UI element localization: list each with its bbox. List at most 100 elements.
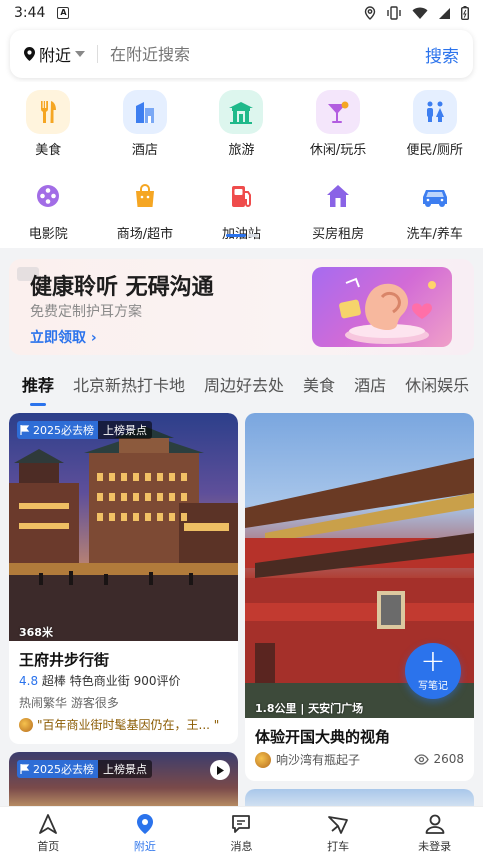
quote-text: "百年商业街时髦基因仍在，王... " [37,718,220,732]
flag-icon [20,764,30,774]
tab-beijing-hot[interactable]: 北京新热打卡地 [73,372,185,396]
avatar [255,751,271,768]
location-status-icon [364,6,376,20]
ad-subtitle: 免费定制护耳方案 [30,304,142,320]
author-name: 响沙湾有瓶起子 [276,753,361,767]
location-selector[interactable]: 附近 [24,42,86,66]
category-panel: 美食 酒店 旅游 休闲/玩乐 便民/厕所 电影院 商场/超市 买房租房 洗车/养… [0,82,483,248]
travel-icon [219,90,264,134]
user-icon [425,814,445,834]
card-title: 体验开国大典的视角 [255,728,391,746]
category-label: 电影院 [28,227,68,242]
category-label: 商场/超市 [116,227,174,242]
category-services[interactable]: 便民/厕所 [386,90,483,158]
nav-label: 未登录 [418,840,452,853]
cocktail-icon [316,90,361,134]
card-quote: "百年商业街时髦基因仍在，王... " [19,716,219,733]
rank-type-label: 上榜景点 [98,421,152,439]
rank-badge: 2025必去榜 上榜景点 [17,760,152,778]
category-label: 买房租房 [312,227,365,242]
nav-home[interactable]: 首页 [0,807,97,860]
category-label: 便民/厕所 [406,143,463,158]
write-note-button[interactable]: + 写笔记 [405,643,461,699]
hotel-icon [122,90,167,134]
restroom-icon [412,90,457,134]
card-tags: 热闹繁华 游客很多 [19,696,119,710]
play-icon [217,765,224,775]
status-time: 3:44 [14,5,46,21]
rank-badge-label: 2025必去榜 [33,763,94,776]
category-page-indicator [226,234,258,237]
ad-cta-link[interactable]: 立即领取 › [30,327,97,347]
rank-badge: 2025必去榜 上榜景点 [17,421,152,439]
nearby-icon [136,814,153,834]
home-icon [39,814,58,834]
chevron-right-icon: › [90,330,97,346]
notification-badge-icon: A [57,7,70,19]
avatar [19,717,33,732]
status-bar: 3:44 A [0,0,483,26]
category-label: 休闲/玩乐 [309,143,367,158]
search-divider [97,45,99,63]
category-cinema[interactable]: 电影院 [0,174,97,242]
card-author[interactable]: 响沙湾有瓶起子 [255,751,360,768]
nav-taxi[interactable]: 打车 [290,807,387,860]
wifi-icon [412,7,428,19]
plus-icon: + [420,644,446,679]
category-housing[interactable]: 买房租房 [290,174,387,242]
search-input[interactable] [110,44,425,64]
place-category: 特色商业街 [69,674,130,688]
tab-food[interactable]: 美食 [303,372,335,396]
category-food[interactable]: 美食 [0,90,97,158]
category-carwash[interactable]: 洗车/养车 [386,174,483,242]
category-grid: 美食 酒店 旅游 休闲/玩乐 便民/厕所 电影院 商场/超市 买房租房 洗车/养… [0,90,483,242]
nav-profile[interactable]: 未登录 [386,807,483,860]
chevron-down-icon [75,51,86,57]
play-button[interactable] [210,760,230,780]
review-count: 900评价 [133,674,181,688]
tab-recommend[interactable]: 推荐 [22,372,54,396]
feed-card[interactable]: 1.8公里 | 天安门广场 体验开国大典的视角 响沙湾有瓶起子 2608 [245,413,474,781]
fuel-icon [219,174,263,218]
category-gas[interactable]: 加油站 [193,174,290,242]
food-icon [26,90,71,134]
card-meta: 4.8 超棒 特色商业街 900评价 [19,672,181,689]
view-count: 2608 [414,752,464,766]
feed-tabs: 推荐 北京新热打卡地 周边好去处 美食 酒店 休闲娱乐 [0,372,483,412]
page-dot-active [226,234,246,237]
ad-cta-label: 立即领取 [30,330,86,346]
ad-title: 健康聆听 无碍沟通 [30,275,214,300]
category-leisure[interactable]: 休闲/玩乐 [290,90,387,158]
nav-label: 附近 [133,840,156,853]
feed-card[interactable]: 2025必去榜 上榜景点 368米 王府井步行街 4.8 超棒 特色商业街 90… [9,413,238,744]
flag-icon [20,425,30,435]
bottom-nav: 首页 附近 消息 打车 未登录 [0,806,483,860]
tab-entertainment[interactable]: 休闲娱乐 [405,372,469,396]
write-note-label: 写笔记 [418,681,448,692]
distance-label: 368米 [19,626,53,639]
tab-nearby-trips[interactable]: 周边好去处 [204,372,284,396]
eye-icon [414,753,430,765]
wangfujing-photo [9,413,238,641]
nav-label: 消息 [230,840,253,853]
feed-card[interactable]: 2025必去榜 上榜景点 [9,752,238,812]
category-travel[interactable]: 旅游 [193,90,290,158]
message-icon [232,815,251,833]
shopping-bag-icon [123,174,167,218]
ad-banner[interactable]: 健康聆听 无碍沟通 免费定制护耳方案 立即领取 › [9,259,474,355]
category-mall[interactable]: 商场/超市 [97,174,194,242]
search-bar: 附近 搜索 [10,30,473,78]
car-icon [413,174,457,218]
film-icon [26,174,70,218]
rating-score: 4.8 [19,674,39,688]
nav-nearby[interactable]: 附近 [97,807,194,860]
nav-messages[interactable]: 消息 [193,807,290,860]
page-dot [248,234,258,237]
search-button[interactable]: 搜索 [425,42,459,67]
rank-type-label: 上榜景点 [98,760,152,778]
search-area: 附近 搜索 [0,26,483,82]
location-label: 附近 [39,46,72,65]
tab-hotel[interactable]: 酒店 [354,372,386,396]
card-title: 王府井步行街 [19,651,110,669]
category-hotel[interactable]: 酒店 [97,90,194,158]
